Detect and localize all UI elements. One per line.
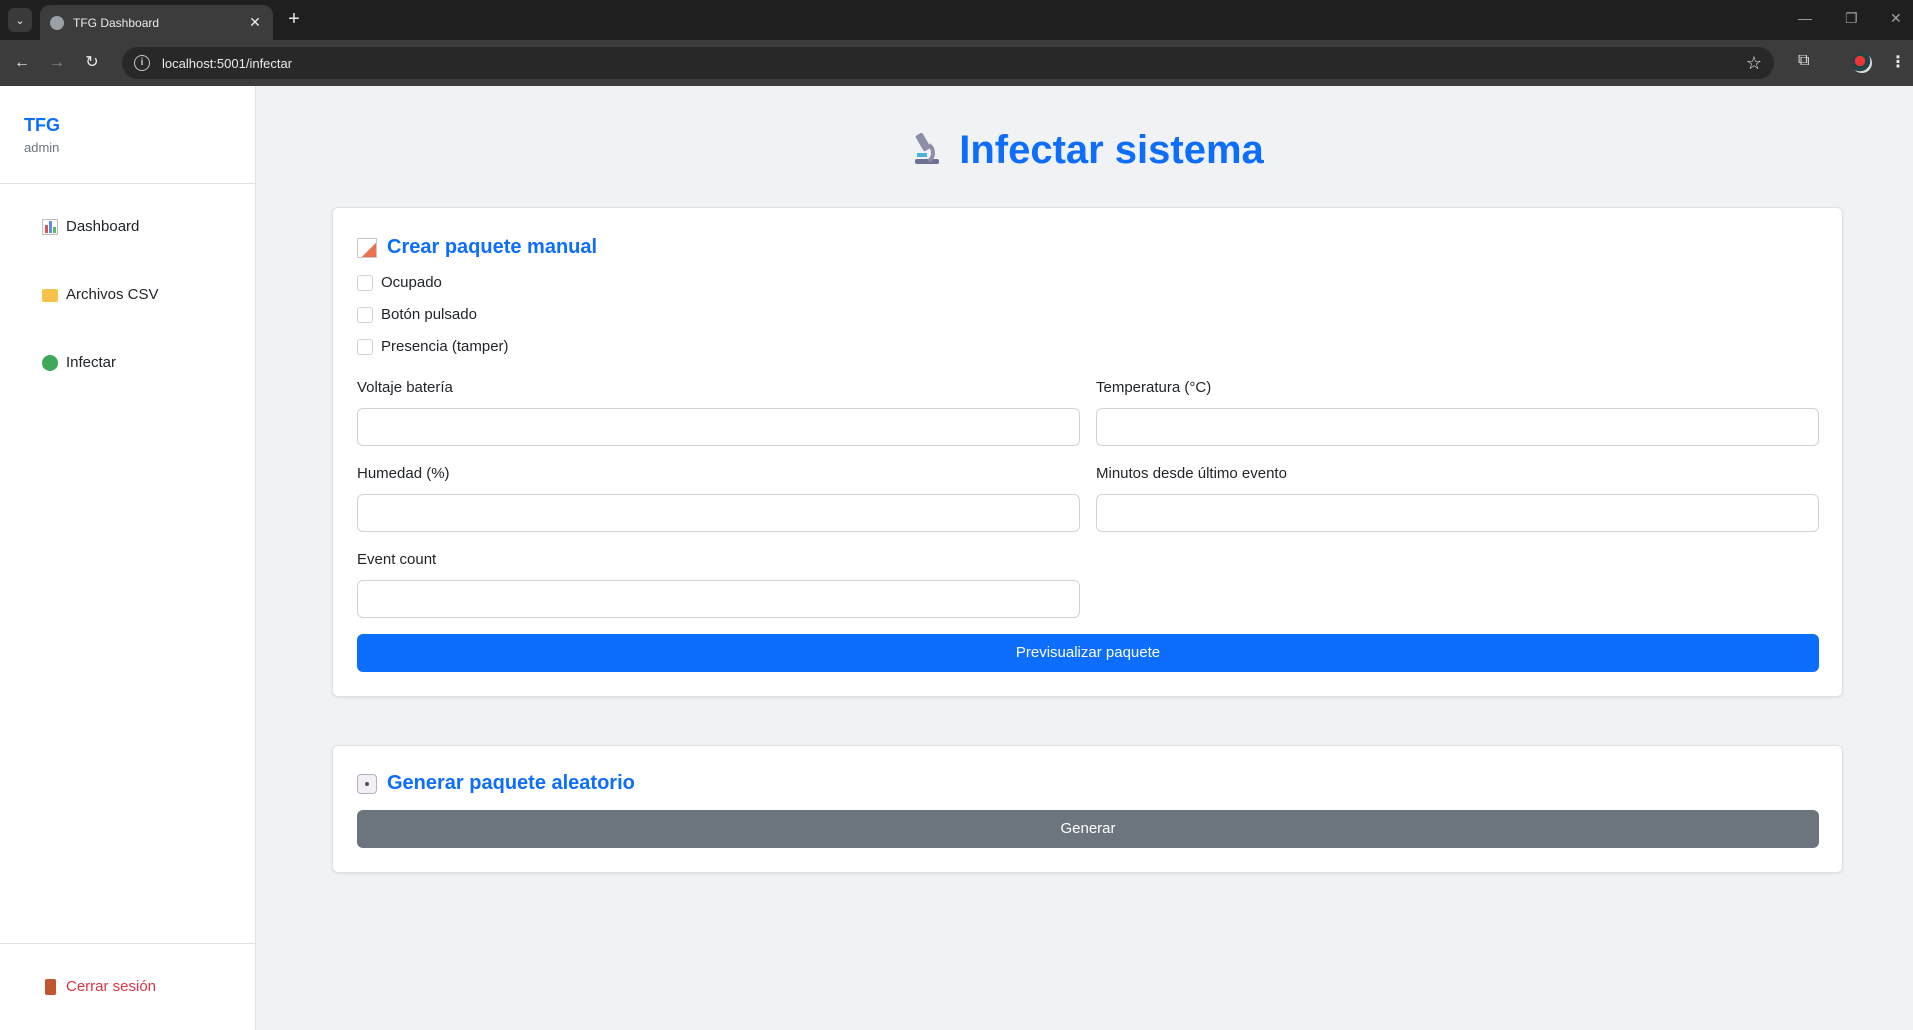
logout-link[interactable]: Cerrar sesión [42,978,156,995]
sidebar-item-label: Dashboard [66,218,140,235]
sidebar-item-label: Archivos CSV [66,286,159,303]
page-title: Infectar sistema [256,128,1913,173]
page-title-text: Infectar sistema [959,128,1264,172]
url-omnibox[interactable]: i localhost:5001/infectar ☆ [122,47,1774,79]
minutos-input[interactable] [1096,494,1819,532]
profile-avatar-icon[interactable] [1852,53,1872,73]
door-icon [45,978,56,995]
event-count-label: Event count [357,551,437,568]
new-tab-icon[interactable]: + [282,8,306,32]
manual-card-title-text: Crear paquete manual [387,236,598,258]
random-card-title: Generar paquete aleatorio [357,772,635,795]
generate-button[interactable]: Generar [357,810,1819,848]
voltaje-input[interactable] [357,408,1080,446]
minimize-icon[interactable]: — [1798,10,1812,26]
humedad-input[interactable] [357,494,1080,532]
sidebar-item-dashboard[interactable]: Dashboard [42,218,139,235]
dice-icon [357,773,377,794]
brand-title[interactable]: TFG [24,115,60,136]
manual-packet-card: Crear paquete manual Ocupado Botón pulsa… [332,207,1843,697]
checkbox-label: Ocupado [381,274,442,291]
random-packet-card: Generar paquete aleatorio Generar [332,745,1843,873]
memo-icon [357,237,377,258]
browser-tab[interactable]: TFG Dashboard ✕ [40,5,273,40]
event-count-input[interactable] [357,580,1080,618]
browser-tab-bar: ⌄ TFG Dashboard ✕ + — ❐ ✕ [0,0,1913,40]
close-window-icon[interactable]: ✕ [1890,10,1902,27]
virus-icon [42,354,58,371]
close-tab-icon[interactable]: ✕ [247,14,263,31]
checkbox-presencia-tamper[interactable]: Presencia (tamper) [357,338,509,355]
brand: TFG admin [24,115,60,155]
checkbox-boton-pulsado[interactable]: Botón pulsado [357,306,477,323]
sidebar-item-infectar[interactable]: Infectar [42,354,116,371]
extensions-icon[interactable]: ⧉ [1798,52,1809,70]
checkbox-label: Presencia (tamper) [381,338,509,355]
manual-card-title: Crear paquete manual [357,236,597,259]
reload-icon[interactable]: ↻ [80,51,104,75]
sidebar-divider [0,943,256,944]
bar-chart-icon [42,218,58,235]
url-text[interactable]: localhost:5001/infectar [162,56,1746,71]
checkbox-box[interactable] [357,274,373,291]
sidebar-divider [0,183,256,184]
sidebar-item-archivos-csv[interactable]: Archivos CSV [42,286,159,303]
logout-label: Cerrar sesión [66,978,157,995]
back-arrow-icon[interactable]: ← [10,51,34,75]
site-info-icon[interactable]: i [134,55,150,71]
sidebar: TFG admin Dashboard Archivos CSV Infecta… [0,86,256,1030]
sidebar-item-label: Infectar [66,354,117,371]
temperatura-input[interactable] [1096,408,1819,446]
checkbox-label: Botón pulsado [381,306,477,323]
browser-menu-icon[interactable]: ⋮ [1890,52,1906,72]
voltaje-label: Voltaje batería [357,379,453,396]
random-card-title-text: Generar paquete aleatorio [387,772,635,794]
tab-title: TFG Dashboard [73,15,160,30]
bookmark-star-icon[interactable]: ☆ [1746,53,1762,74]
folder-icon [42,289,58,302]
temperatura-label: Temperatura (°C) [1096,379,1212,396]
minutos-label: Minutos desde último evento [1096,465,1287,482]
preview-packet-button[interactable]: Previsualizar paquete [357,634,1819,672]
address-bar: ← → ↻ i localhost:5001/infectar ☆ ⧉ ⋮ [0,40,1913,86]
humedad-label: Humedad (%) [357,465,450,482]
current-user: admin [24,140,60,155]
globe-icon [50,15,64,30]
checkbox-box[interactable] [357,306,373,323]
checkbox-ocupado[interactable]: Ocupado [357,274,442,291]
checkbox-box[interactable] [357,338,373,355]
tab-search-chevron-icon[interactable]: ⌄ [8,8,32,32]
forward-arrow-icon[interactable]: → [45,51,69,75]
microscope-icon [915,132,940,164]
restore-icon[interactable]: ❐ [1845,10,1858,27]
